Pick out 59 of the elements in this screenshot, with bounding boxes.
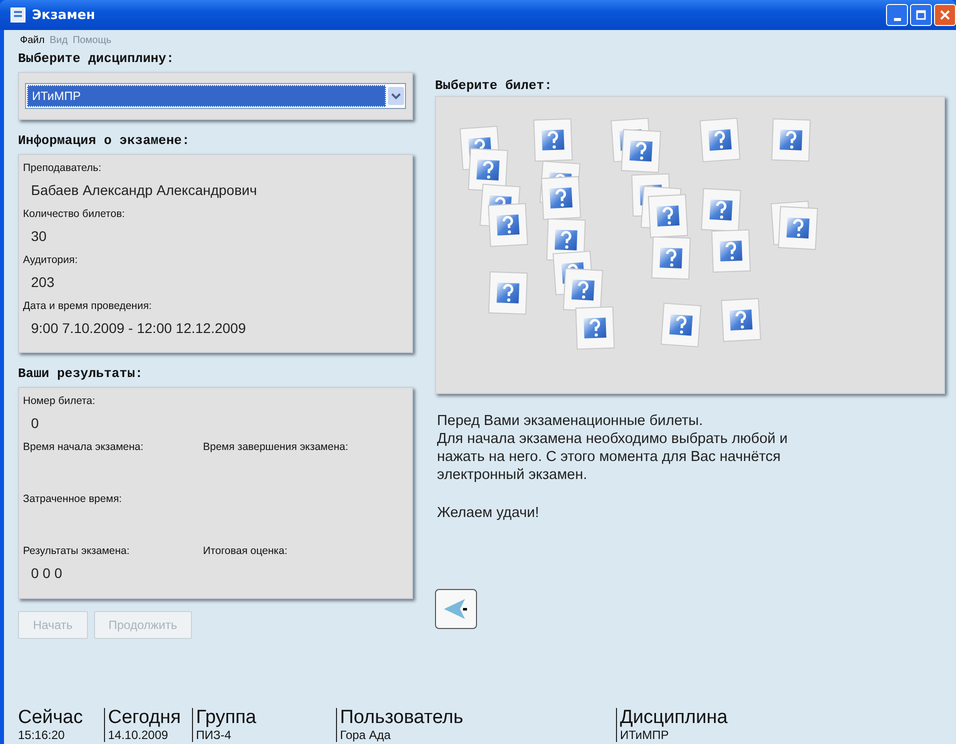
ticket-stack[interactable]	[609, 116, 663, 175]
ticket-card[interactable]	[486, 201, 530, 249]
status-value: ПИЗ-4	[196, 728, 232, 742]
ticket-card[interactable]	[573, 304, 617, 352]
ticket-card[interactable]	[659, 301, 703, 349]
field-value: 0	[30, 414, 40, 433]
field-value: Бабаев Александр Александрович	[30, 181, 258, 200]
back-button[interactable]	[435, 589, 477, 629]
field-label: Результаты экзамена:	[23, 544, 131, 559]
field-value: 9:00 7.10.2009 - 12:00 12.12.2009	[30, 319, 247, 338]
instruction-text: Для начала экзамена необходимо выбрать любой и нажать на него. С этого момента для Вас начнётся электронный экзамен.	[437, 430, 789, 484]
chevron-down-icon	[388, 87, 404, 105]
maximize-button[interactable]	[910, 4, 932, 26]
section-heading: Информация о экзамене:	[18, 132, 191, 150]
status-label: Дисциплина	[620, 708, 728, 728]
status-value: 14.10.2009	[108, 728, 170, 742]
field-label: Итоговая оценка:	[203, 544, 288, 559]
field-value: 0 0 0	[30, 564, 64, 583]
status-value: 15:16:20	[18, 728, 66, 742]
close-icon	[940, 10, 950, 20]
section-heading: Выберите билет:	[435, 78, 554, 95]
ticket-card[interactable]	[531, 116, 575, 164]
app-icon	[10, 7, 26, 23]
instruction-text: Перед Вами экзаменационные билеты.	[437, 412, 704, 430]
status-label: Группа	[196, 708, 258, 728]
field-label: Затраченное время:	[23, 492, 123, 507]
ticket-card[interactable]	[709, 227, 753, 275]
field-label: Количество билетов:	[23, 207, 126, 222]
ticket-stack[interactable]	[629, 171, 690, 240]
status-value: ИТиМПР	[620, 728, 670, 742]
field-value: 30	[30, 227, 48, 246]
window-title: Экзамен	[32, 8, 96, 22]
ticket-card[interactable]	[769, 116, 813, 164]
field-label: Дата и время проведения:	[23, 299, 153, 314]
field-label: Преподаватель:	[23, 161, 102, 176]
ticket-stack[interactable]	[538, 159, 583, 222]
ticket-card[interactable]	[719, 296, 763, 344]
status-label: Сейчас	[18, 708, 84, 728]
ticket-card[interactable]	[698, 116, 742, 164]
field-label: Время завершения экзамена:	[203, 440, 350, 455]
ticket-card[interactable]	[486, 269, 530, 317]
instruction-text: Желаем удачи!	[437, 504, 540, 522]
menu-item[interactable]: Файл	[20, 34, 45, 46]
status-value: Гора Ада	[340, 728, 392, 742]
field-label: Номер билета:	[23, 394, 96, 409]
field-value: 203	[30, 273, 56, 292]
status-label: Сегодня	[108, 708, 182, 728]
status-label: Пользователь	[340, 708, 464, 728]
ticket-stack[interactable]	[769, 199, 820, 252]
minimize-icon	[894, 18, 900, 20]
close-button[interactable]	[934, 4, 956, 26]
discipline-dropdown[interactable]: ИТиМПР	[25, 83, 406, 109]
section-heading: Ваши результаты:	[18, 365, 144, 383]
ticket-card[interactable]	[649, 234, 693, 282]
field-label: Время начала экзамена:	[23, 440, 144, 455]
maximize-icon	[916, 10, 926, 20]
section-heading: Выберите дисциплину:	[18, 50, 176, 68]
field-label: Аудитория:	[23, 253, 79, 268]
minimize-button[interactable]	[886, 4, 908, 26]
